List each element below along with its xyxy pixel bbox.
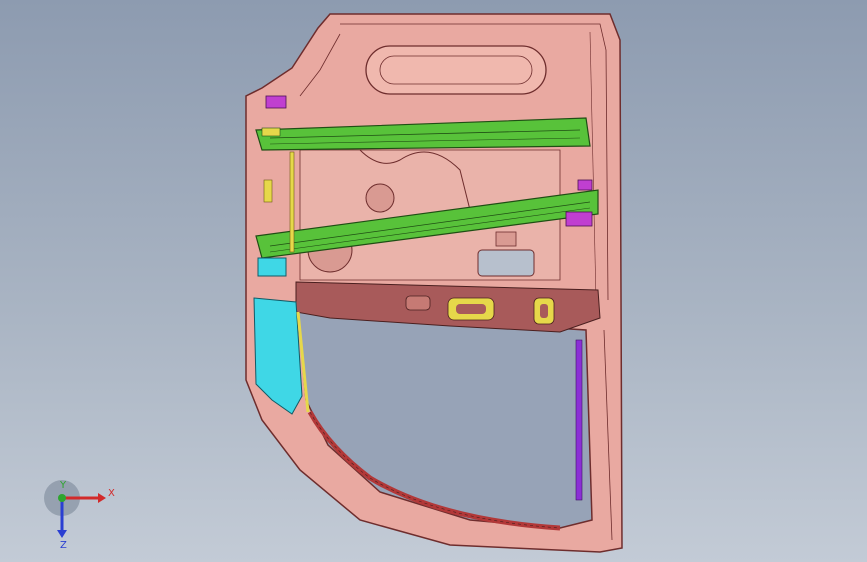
y-axis-label: Y: [59, 480, 67, 491]
hinge-bracket-upper[interactable]: [257, 257, 287, 277]
glass-guide-rail[interactable]: [575, 339, 583, 501]
upper-recess: [365, 45, 547, 95]
latch-bracket[interactable]: [565, 211, 593, 227]
speaker-cutout: [477, 249, 535, 277]
x-axis-label: X: [108, 488, 115, 499]
door-model[interactable]: [0, 0, 867, 562]
coordinate-triad: X Y Z: [44, 480, 115, 550]
y-axis-dot: [58, 494, 66, 502]
graphics-viewport[interactable]: X Y Z: [0, 0, 867, 562]
z-axis-label: Z: [60, 540, 67, 550]
hinge-strip: [289, 151, 295, 253]
